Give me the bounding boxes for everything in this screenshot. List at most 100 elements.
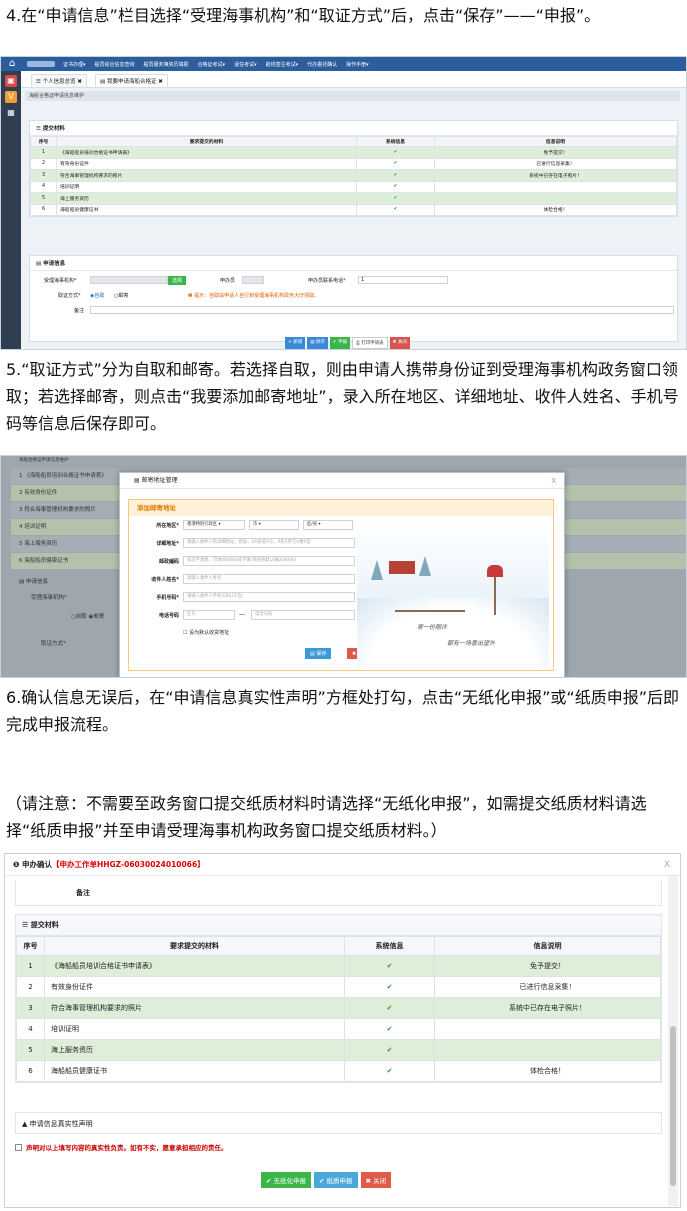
menu-item[interactable]: 适任考试▾: [234, 61, 257, 68]
close-button[interactable]: ✖ 关闭: [360, 1172, 392, 1188]
menu-item[interactable]: 操作手册▾: [346, 61, 369, 68]
mailbox-post: [494, 577, 496, 615]
phone-field[interactable]: 1: [358, 276, 448, 284]
province-value: 香港特别行政区: [187, 522, 218, 527]
step4-instruction: 4.在“申请信息”栏目选择“受理海事机构”和“取证方式”后，点击“保存”——“申…: [6, 6, 601, 25]
handler-field: [242, 276, 264, 284]
material-name: 符合海事管理机构要求的照片: [56, 169, 357, 182]
bg-breadcrumb: 海船合格证申请信息维护: [19, 458, 69, 463]
house-shape: [389, 560, 415, 574]
tab-apply-certificate[interactable]: ▤ 我要申请海船合格证 ✖: [95, 74, 168, 88]
confirm-header: ❶ 申办确认【申办工作单HHGZ-06030024010066】 X: [5, 854, 680, 876]
info-note: [434, 180, 677, 193]
info-note: 免予提交！: [434, 955, 661, 977]
col-no: 序号: [16, 936, 45, 956]
apply-info-title: ▤ 申请信息: [30, 256, 677, 271]
menu-item[interactable]: 证书办理▾: [63, 61, 86, 68]
logo: [27, 61, 55, 67]
action-buttons: + 新增 ▤ 保存 ✔ 申报 ⎙ 打印申请表 ✖ 关闭: [285, 337, 410, 349]
table-row: 2 有效身份证件 ✔ 已进行信息采集！: [16, 976, 661, 998]
tab-personal-overview[interactable]: ☰ 个人信息总览 ✖: [31, 74, 88, 88]
material-name: 符合海事管理机构要求的照片: [44, 997, 345, 1019]
material-name: 《海船船员培训合格证书申请表》: [44, 955, 345, 977]
agency-field[interactable]: [90, 276, 168, 284]
phone-label: 电话号码: [158, 613, 179, 619]
dialog-title: ▤ 邮寄地址管理 X: [120, 473, 564, 489]
menu-item[interactable]: 船员服务簿资历填报: [144, 61, 189, 68]
row-number: 3: [30, 169, 57, 182]
address-label: 详细地址*: [156, 541, 179, 547]
system-check-icon: ✔: [356, 180, 435, 193]
menu-item[interactable]: 航线签注考试▾: [266, 61, 299, 68]
table-row: 3 符合海事管理机构要求的照片 ✔ 系统中已存在电子照片！: [30, 169, 677, 182]
save-button[interactable]: ▤ 保存: [307, 337, 328, 349]
monitor-icon[interactable]: ▣: [5, 75, 17, 87]
row-number: 5: [16, 1039, 45, 1061]
pickup-tip: ❶ 提示：自取由申请人自行到受理海事机构政务大厅领取。: [188, 293, 320, 299]
materials-table: 序号 要求提交的材料 系统信息 信息说明 1 《海船船员培训合格证书申请表》 ✔ 免予…: [16, 936, 661, 1082]
mailbox-icon: [487, 565, 503, 577]
info-note: 系统中已存在电子照片！: [434, 169, 677, 182]
area-code-input[interactable]: 区号: [183, 610, 235, 620]
scrollbar-thumb[interactable]: [670, 1026, 676, 1186]
radio-self-label: 自取: [94, 293, 105, 299]
paperless-submit-button[interactable]: ✔ 无纸化申报: [261, 1172, 312, 1188]
recipient-input[interactable]: 请输入收件人姓名: [183, 574, 355, 584]
checkbox-box[interactable]: [15, 1144, 22, 1151]
grid-icon[interactable]: ▦: [5, 107, 17, 119]
note-text: （请注意：不需要至政务窗口提交纸质材料时请选择“无纸化申报”，如需提交纸质材料请…: [6, 794, 647, 840]
recipient-label: 收件人姓名*: [151, 577, 179, 583]
col-material: 要求提交的材料: [56, 136, 357, 147]
scrollbar[interactable]: [668, 876, 678, 1206]
radio-self[interactable]: ◉自取: [90, 292, 104, 299]
add-address-form: 添加邮寄地址 所在地区* 香港特别行政区 ▾ 市 ▾ 区/县 ▾ 详细地址* 请…: [128, 499, 554, 671]
row-number: 5: [30, 192, 57, 205]
close-button[interactable]: ✖ 关闭: [389, 337, 410, 349]
save-address-button[interactable]: ▤ 保存: [305, 648, 332, 659]
table-row: 2 有效身份证件 ✔ 已进行信息采集！: [30, 157, 677, 170]
address-input[interactable]: 请输入收件人的详细地址，例如：XX街道X号，X栋X单元X楼X室: [183, 538, 355, 548]
dash: —: [239, 611, 245, 618]
print-button[interactable]: ⎙ 打印申请表: [352, 337, 388, 349]
zip-input[interactable]: 如您不清楚，可填000000或不填(系统将默认填000000): [183, 556, 355, 566]
mobile-input[interactable]: 请输入收件人手机号码(11位): [183, 592, 355, 602]
paper-submit-button[interactable]: ✔ 纸质申报: [314, 1172, 358, 1188]
tel-input[interactable]: 电话号码: [251, 610, 355, 620]
tree-shape: [419, 556, 431, 576]
district-value: 区/县: [307, 522, 318, 527]
expand-icon[interactable]: V: [5, 91, 17, 103]
system-check-icon: ✔: [344, 1039, 435, 1061]
default-address-checkbox[interactable]: ☐ 设为默认收货地址: [183, 629, 229, 636]
province-select[interactable]: 香港特别行政区 ▾: [183, 520, 245, 530]
table-row: 5 海上服务资历 ✔: [16, 1039, 661, 1061]
menu-item[interactable]: 船员综合信息查询: [95, 61, 135, 68]
system-check-icon: ✔: [344, 976, 435, 998]
add-button[interactable]: + 新增: [285, 337, 306, 349]
city-value: 市: [253, 522, 258, 527]
radio-mail-label: 邮寄: [118, 293, 129, 299]
dialog-close-icon[interactable]: X: [551, 473, 556, 489]
confirm-close-icon[interactable]: X: [664, 854, 670, 876]
remark-field[interactable]: [90, 306, 674, 314]
info-note: 系统中已存在电子照片！: [434, 997, 661, 1019]
district-select[interactable]: 区/县 ▾: [303, 520, 353, 530]
material-name: 培训证明: [56, 180, 357, 193]
declaration-checkbox[interactable]: 声明对以上填写内容的真实性负责。如有不实，愿意承担相应的责任。: [15, 1142, 228, 1152]
material-name: 《海船船员培训合格证书申请表》: [56, 146, 357, 159]
radio-mail[interactable]: ○邮寄: [114, 292, 128, 299]
menu-item[interactable]: 代办委托确认: [307, 61, 337, 68]
system-check-icon: ✔: [356, 157, 435, 170]
menu-item[interactable]: 合格证考试▾: [198, 61, 226, 68]
city-select[interactable]: 市 ▾: [249, 520, 299, 530]
select-agency-button[interactable]: 选择: [168, 276, 187, 285]
winter-illustration: 寄一份期许 都有一场喜出望外: [357, 520, 549, 668]
system-check-icon: ✔: [356, 192, 435, 205]
col-note: 信息说明: [434, 936, 661, 956]
materials-panel: ☰ 提交材料 序号 要求提交的材料 系统信息 信息说明 1 《海船船员培训合格证书…: [29, 120, 678, 217]
screenshot-mail-address: 海船合格证申请信息维护 1 《海船船员培训合格证书申请表》 2 有效身份证件 3 符…: [0, 455, 687, 678]
mail-address-dialog: ▤ 邮寄地址管理 X 添加邮寄地址 所在地区* 香港特别行政区 ▾ 市 ▾ 区/…: [119, 472, 565, 677]
screenshot-confirm: ❶ 申办确认【申办工作单HHGZ-06030024010066】 X 备注 ☰ …: [4, 853, 681, 1208]
submit-button[interactable]: ✔ 申报: [329, 337, 351, 349]
home-icon[interactable]: ⌂: [9, 58, 15, 69]
col-note: 信息说明: [434, 136, 677, 147]
